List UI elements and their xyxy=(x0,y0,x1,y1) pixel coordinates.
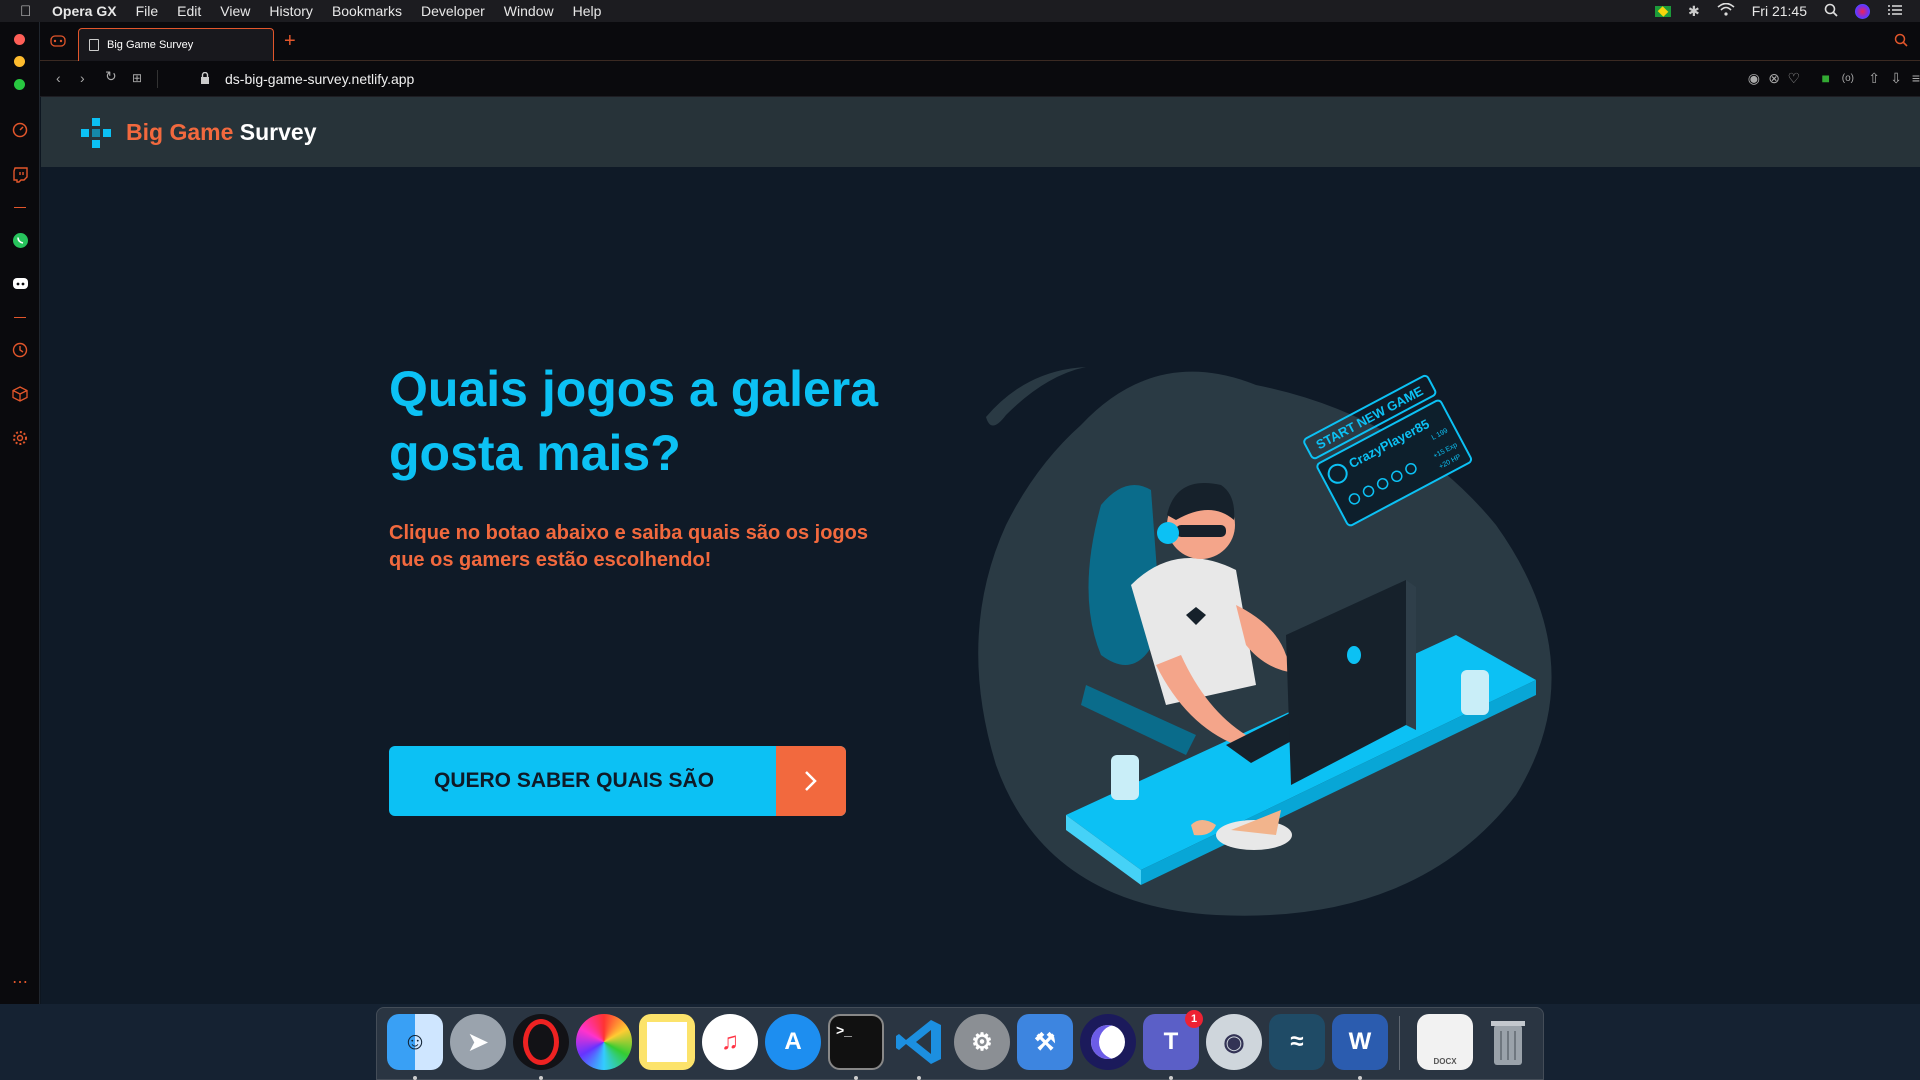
tab-bar: Big Game Survey + xyxy=(40,22,1920,61)
dock-app-store-icon[interactable]: A xyxy=(765,1014,821,1070)
page-content: Big Game Survey Quais jogos a galera gos… xyxy=(41,97,1920,1004)
gamepad-logo-icon[interactable] xyxy=(81,118,111,148)
document-icon xyxy=(89,39,99,51)
menu-file[interactable]: File xyxy=(136,3,159,19)
dock-running-indicator xyxy=(1169,1076,1173,1080)
chevron-right-icon xyxy=(776,746,846,816)
extension-cube-icon[interactable]: ■ xyxy=(1822,70,1830,86)
reload-icon[interactable]: ↻ xyxy=(105,68,117,85)
menu-help[interactable]: Help xyxy=(573,3,602,19)
dock-launchpad-icon[interactable]: ➤ xyxy=(450,1014,506,1070)
whatsapp-icon[interactable] xyxy=(10,230,30,250)
site-brand[interactable]: Big Game Survey xyxy=(126,119,316,146)
browser-sidebar: ⋯ xyxy=(0,22,40,1004)
tab-title: Big Game Survey xyxy=(107,39,194,51)
macos-dock: ☺ ➤ ♫ A >_ ⚙ ⚒ T1 ◉ ≈ W DOCX xyxy=(376,1007,1544,1080)
discord-icon[interactable] xyxy=(10,274,30,294)
flag-icon[interactable] xyxy=(1655,5,1672,17)
gx-control-icon[interactable] xyxy=(10,120,30,140)
spotlight-icon[interactable] xyxy=(1824,3,1838,20)
dock-running-indicator xyxy=(539,1076,543,1080)
url-field[interactable]: ds-big-game-survey.netlify.app xyxy=(225,71,414,87)
settings-gear-icon[interactable] xyxy=(10,428,30,448)
clock[interactable]: Fri 21:45 xyxy=(1752,3,1807,19)
extensions-icon[interactable] xyxy=(10,384,30,404)
forward-icon[interactable]: › xyxy=(80,70,85,86)
back-icon[interactable]: ‹ xyxy=(56,70,61,86)
control-center-icon[interactable] xyxy=(1887,3,1903,19)
siri-icon[interactable] xyxy=(1855,3,1870,19)
dock-tableplus-icon[interactable]: ◉ xyxy=(1206,1014,1262,1070)
history-icon[interactable] xyxy=(10,340,30,360)
dock-running-indicator xyxy=(1358,1076,1362,1080)
dock-beekeeper-icon[interactable] xyxy=(1080,1014,1136,1070)
gamer-illustration: START NEW GAME CrazyPlayer85 L 199 +15 E… xyxy=(978,367,1552,916)
dock-terminal-icon[interactable]: >_ xyxy=(828,1014,884,1070)
docx-label: DOCX xyxy=(1433,1057,1457,1066)
dock-music-icon[interactable]: ♫ xyxy=(702,1014,758,1070)
dock-word-icon[interactable]: W xyxy=(1332,1014,1388,1070)
menu-bookmarks[interactable]: Bookmarks xyxy=(332,3,402,19)
downloads-icon[interactable]: ⇩ xyxy=(1890,70,1902,87)
more-options-icon[interactable]: ⋯ xyxy=(10,972,30,992)
apple-icon[interactable]:  xyxy=(20,3,38,20)
dock-separator xyxy=(1399,1016,1400,1070)
dock-finder-icon[interactable]: ☺ xyxy=(387,1014,443,1070)
minimize-window-button[interactable] xyxy=(14,56,25,67)
dock-mysql-workbench-icon[interactable]: ≈ xyxy=(1269,1014,1325,1070)
search-tabs-icon[interactable] xyxy=(1894,33,1908,52)
dock-notes-icon[interactable] xyxy=(639,1014,695,1070)
easy-setup-icon[interactable]: ≡ xyxy=(1912,70,1920,86)
dock-xcode-icon[interactable]: ⚒ xyxy=(1017,1014,1073,1070)
menu-developer[interactable]: Developer xyxy=(421,3,485,19)
vpn-icon[interactable]: (o) xyxy=(1842,73,1854,84)
address-bar: ‹ › ↻ ⊞ ds-big-game-survey.netlify.app ◉… xyxy=(40,61,1920,97)
dock-photos-icon[interactable] xyxy=(576,1014,632,1070)
brand-part2: Survey xyxy=(239,119,317,145)
gx-corner-icon[interactable] xyxy=(50,34,66,52)
menu-view[interactable]: View xyxy=(220,3,250,19)
snapshot-icon[interactable]: ◉ xyxy=(1748,70,1760,87)
menu-window[interactable]: Window xyxy=(504,3,554,19)
cta-button[interactable]: QUERO SABER QUAIS SÃO xyxy=(389,746,846,816)
close-window-button[interactable] xyxy=(14,34,25,45)
menu-history[interactable]: History xyxy=(269,3,313,19)
dock-vscode-icon[interactable] xyxy=(891,1014,947,1070)
menu-edit[interactable]: Edit xyxy=(177,3,201,19)
hero-subtitle: Clique no botao abaixo e saiba quais são… xyxy=(389,522,868,571)
dock-trash-icon[interactable] xyxy=(1480,1014,1536,1070)
bluetooth-icon[interactable]: ✱ xyxy=(1688,3,1700,20)
bookmark-heart-icon[interactable]: ♡ xyxy=(1787,70,1800,87)
dock-opera-gx-icon[interactable] xyxy=(513,1014,569,1070)
share-icon[interactable]: ⇧ xyxy=(1868,70,1880,87)
lock-icon[interactable] xyxy=(200,71,210,90)
cta-label: QUERO SABER QUAIS SÃO xyxy=(434,769,715,792)
twitch-icon[interactable] xyxy=(10,165,30,185)
adblock-icon[interactable]: ⊗ xyxy=(1768,70,1780,87)
sidebar-divider xyxy=(14,317,26,318)
new-tab-button[interactable]: + xyxy=(284,30,296,53)
site-navbar: Big Game Survey xyxy=(41,97,1920,167)
browser-window: ⋯ Big Game Survey + ‹ › ↻ ⊞ ds-big-game-… xyxy=(0,22,1920,1004)
tab-big-game-survey[interactable]: Big Game Survey xyxy=(78,28,274,61)
dock-running-indicator xyxy=(917,1076,921,1080)
dock-docx-file-icon[interactable]: DOCX xyxy=(1417,1014,1473,1070)
address-divider xyxy=(157,70,158,88)
speed-dial-icon[interactable]: ⊞ xyxy=(132,71,142,85)
zoom-window-button[interactable] xyxy=(14,79,25,90)
sidebar-divider xyxy=(14,207,26,208)
dock-running-indicator xyxy=(413,1076,417,1080)
teams-badge: 1 xyxy=(1185,1010,1203,1028)
dock-system-preferences-icon[interactable]: ⚙ xyxy=(954,1014,1010,1070)
macos-menubar:  Opera GX File Edit View History Bookma… xyxy=(0,0,1920,22)
hero-headline: Quais jogos a galera gosta mais? xyxy=(389,361,879,481)
menu-app-name[interactable]: Opera GX xyxy=(52,3,117,19)
dock-teams-icon[interactable]: T1 xyxy=(1143,1010,1203,1070)
dock-running-indicator xyxy=(854,1076,858,1080)
brand-part1: Big Game xyxy=(126,119,234,145)
wifi-icon[interactable] xyxy=(1717,2,1735,19)
